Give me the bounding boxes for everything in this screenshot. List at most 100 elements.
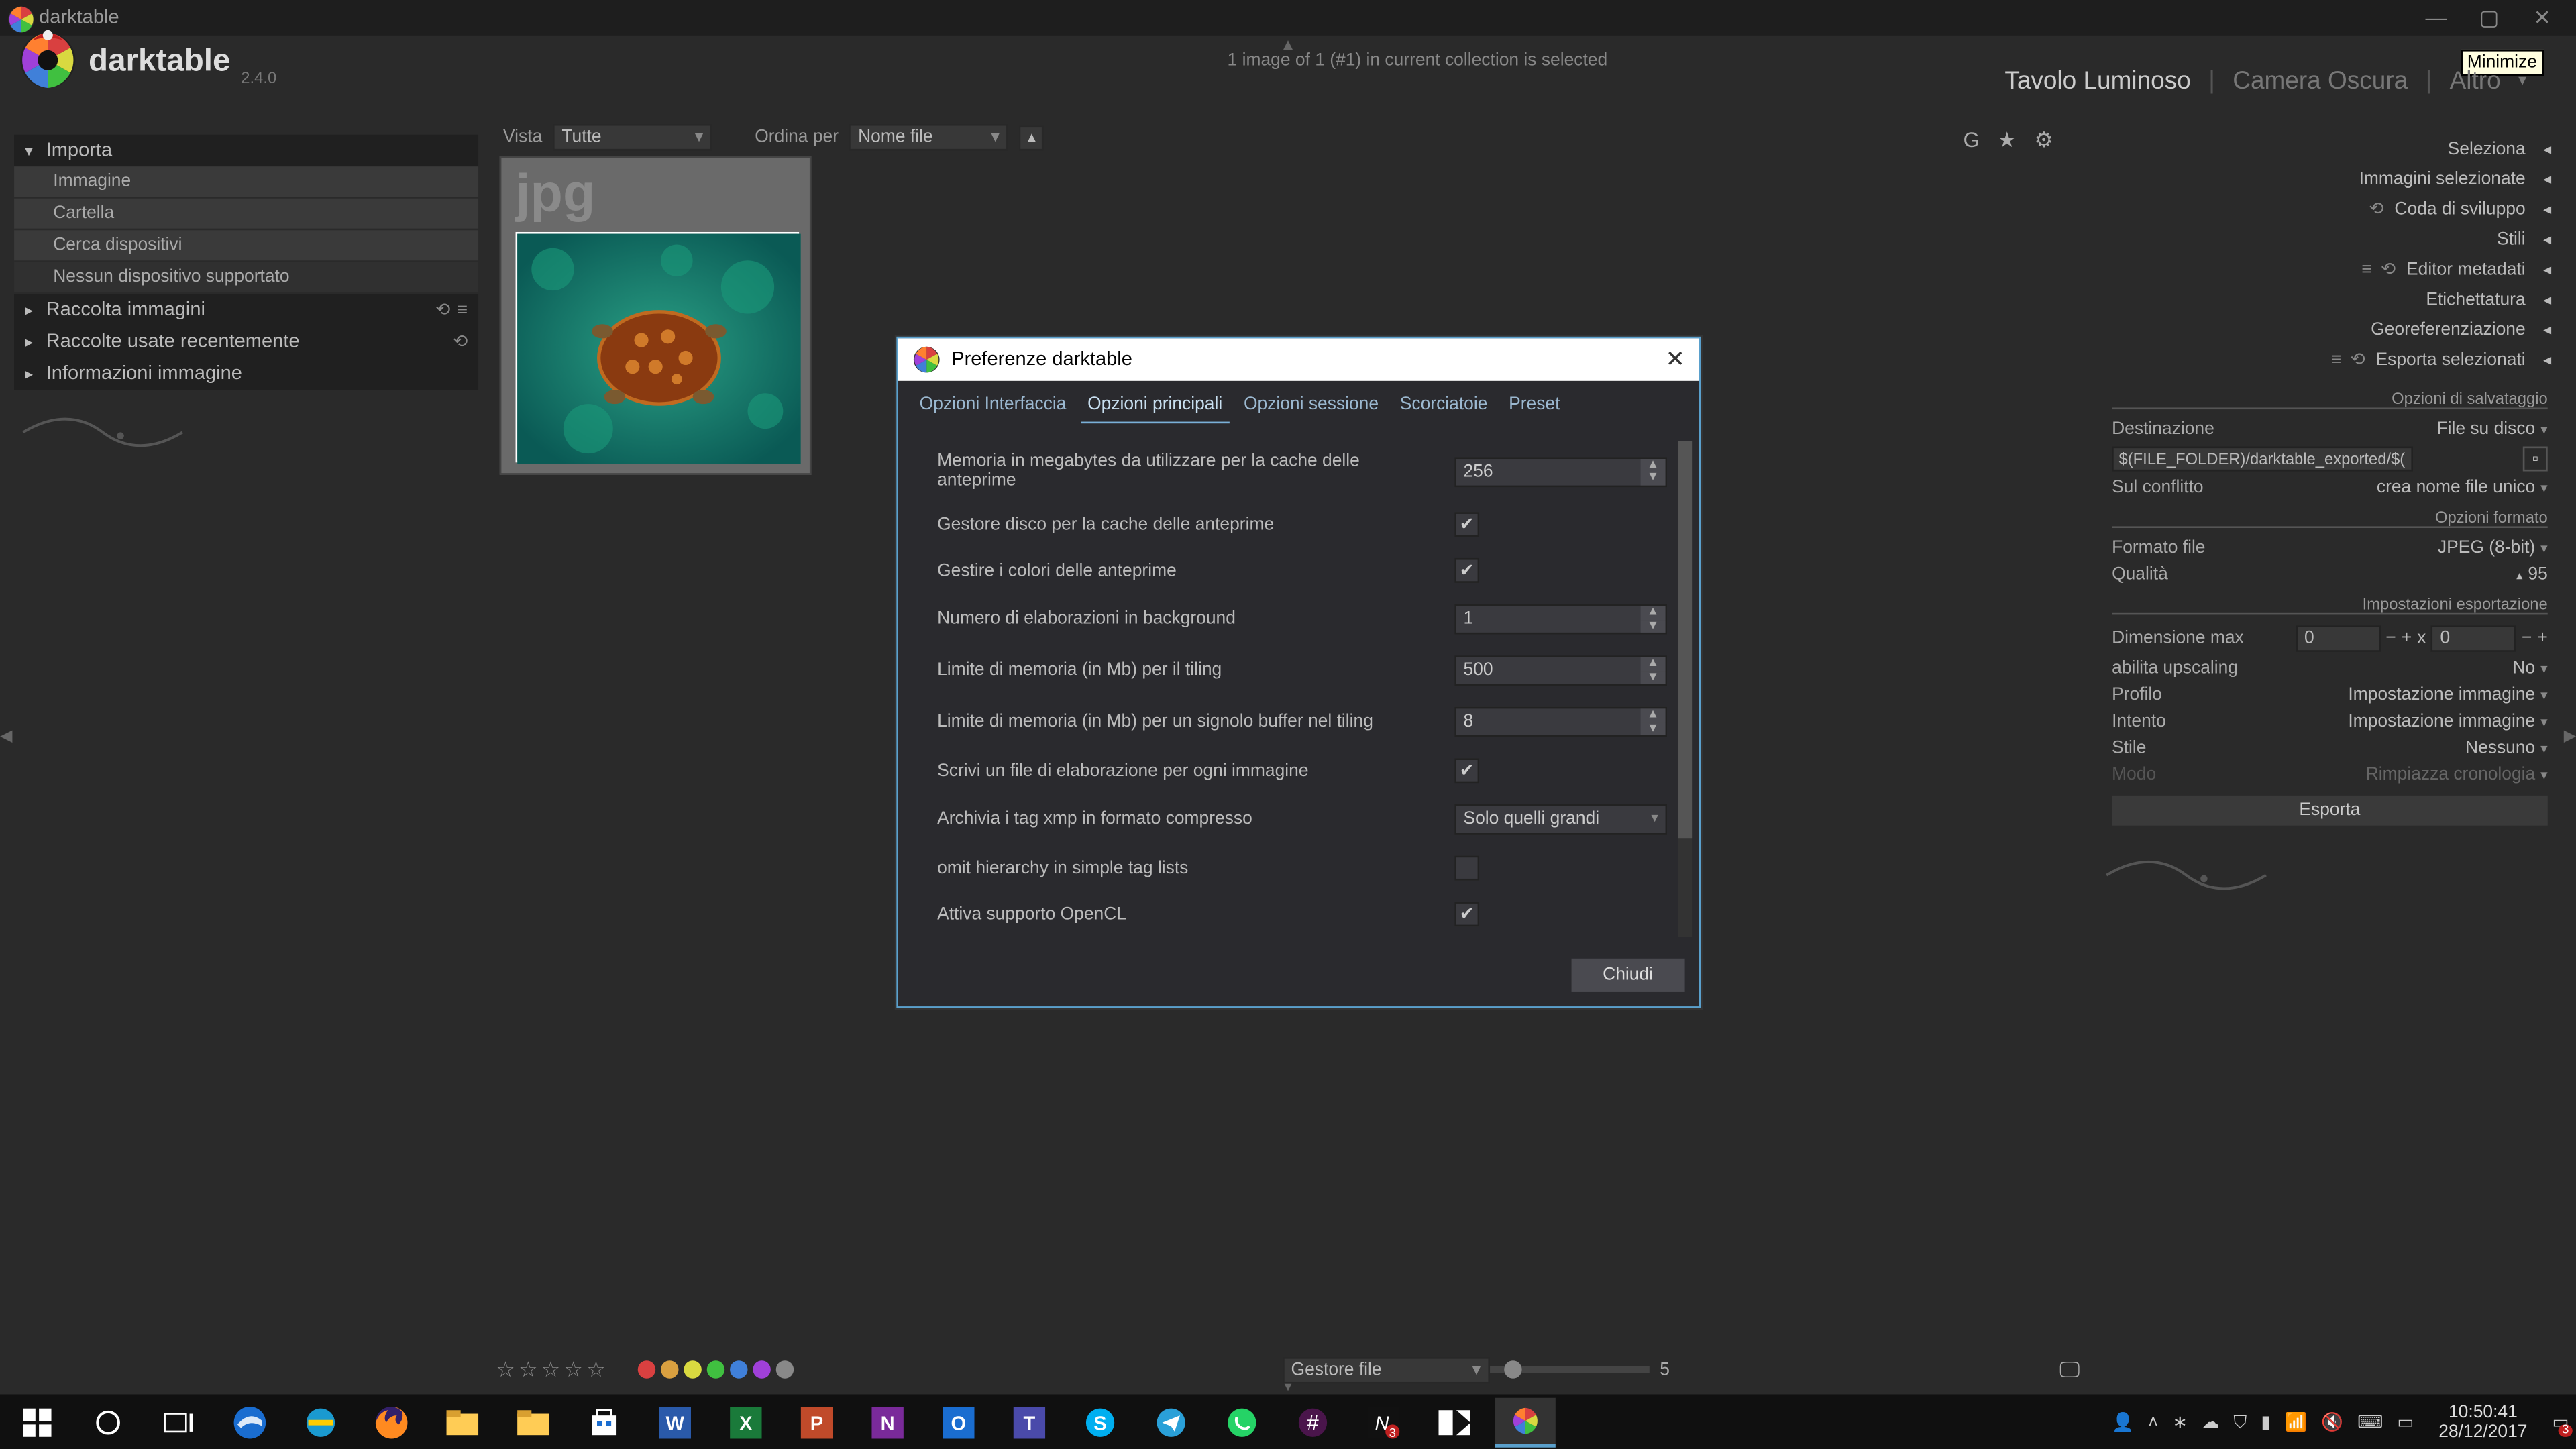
collect-header[interactable]: ▸Raccolta immagini⟲≡ [14,294,478,326]
export-format-select[interactable]: JPEG (8-bit)▾ [2438,539,2548,558]
dialog-tab-1[interactable]: Opzioni principali [1081,388,1230,423]
tb-app-n[interactable]: N3 [1354,1398,1414,1448]
export-maxdim-height[interactable]: 0 [2431,625,2516,652]
export-maxdim-width[interactable]: 0 [2296,625,2381,652]
star-2-icon[interactable]: ☆ [519,1357,537,1382]
pref-spin-input-4[interactable] [1456,657,1641,684]
select-header[interactable]: Seleziona◂ [2098,135,2562,165]
pref-spin-input-0[interactable] [1456,458,1641,485]
start-button[interactable] [7,1398,68,1448]
tb-word[interactable]: W [645,1398,705,1448]
pref-spin-down-3[interactable]: ▼ [1641,619,1666,633]
export-path-browse-button[interactable]: ▫ [2523,447,2548,472]
tb-excel[interactable]: X [716,1398,776,1448]
color-label-3[interactable] [706,1360,724,1378]
export-intent-select[interactable]: Impostazione immagine▾ [2348,712,2547,732]
pref-spin-up-5[interactable]: ▲ [1641,708,1666,722]
star-4-icon[interactable]: ☆ [564,1357,583,1382]
color-label-4[interactable] [730,1360,747,1378]
export-dest-select[interactable]: File su disco▾ [2436,420,2547,439]
rating-stars[interactable]: ☆☆☆☆☆ [496,1357,605,1382]
export-maxdim-h-plus[interactable]: + [2537,629,2547,649]
pref-spin-4[interactable]: ▲▼ [1454,655,1667,686]
metadata-header[interactable]: ≡⟲Editor metadati◂ [2098,255,2562,285]
export-style-select[interactable]: Nessuno▾ [2465,739,2548,758]
tray-clock[interactable]: 10:50:41 28/12/2017 [2428,1403,2538,1442]
dialog-close-button[interactable]: ✕ [1666,345,1685,374]
collect-reset-icon[interactable]: ⟲ [435,301,450,320]
geo-header[interactable]: Georeferenziazione◂ [2098,315,2562,345]
pref-check-8[interactable] [1454,856,1479,881]
tray-language-icon[interactable]: ⌨ [2357,1413,2383,1432]
export-presets-icon[interactable]: ≡ [2331,351,2341,370]
import-scan-devices-button[interactable]: Cerca dispositivi [14,230,478,262]
tray-volume-icon[interactable]: 🔇 [2321,1413,2343,1432]
export-header[interactable]: ≡⟲Esporta selezionati◂ [2098,345,2562,376]
export-conflict-select[interactable]: crea nome file unico▾ [2377,478,2548,498]
dialog-tab-2[interactable]: Opzioni sessione [1236,388,1385,423]
imageinfo-header[interactable]: ▸Informazioni immagine [14,358,478,390]
sort-direction-button[interactable]: ▴ [1019,125,1044,150]
collapse-left-icon[interactable]: ◀ [0,725,12,745]
color-label-5[interactable] [753,1360,770,1378]
star-1-icon[interactable]: ☆ [496,1357,515,1382]
pref-check-2[interactable]: ✔ [1454,558,1479,583]
pref-spin-input-3[interactable] [1456,606,1641,633]
export-maxdim-h-minus[interactable]: − [2522,629,2532,649]
dialog-tab-0[interactable]: Opzioni Interfaccia [912,388,1073,423]
tb-edge[interactable] [219,1398,280,1448]
window-maximize-button[interactable]: ▢ [2463,5,2516,30]
tray-people-icon[interactable]: 👤 [2112,1413,2134,1432]
display-profile-icon[interactable]: 🖵 [2059,1356,2080,1383]
color-label-6[interactable] [775,1360,793,1378]
tray-wifi-icon[interactable]: 📶 [2285,1413,2307,1432]
tb-app-bw[interactable] [1424,1398,1485,1448]
import-image-button[interactable]: Immagine [14,166,478,199]
tb-onenote[interactable]: N [857,1398,918,1448]
tagging-header[interactable]: Etichettatura◂ [2098,285,2562,315]
export-upscale-select[interactable]: No▾ [2512,659,2547,678]
pref-check-6[interactable]: ✔ [1454,758,1479,783]
dialog-close-footer-button[interactable]: Chiudi [1571,959,1685,992]
pref-spin-input-5[interactable] [1456,708,1641,735]
export-maxdim-w-minus[interactable]: − [2385,629,2396,649]
cortana-button[interactable] [78,1398,138,1448]
collapse-right-icon[interactable]: ▶ [2564,725,2576,745]
tray-keyboard-icon[interactable]: ▭ [2397,1413,2414,1432]
pref-spin-up-3[interactable]: ▲ [1641,606,1666,619]
export-reset-icon[interactable]: ⟲ [2350,351,2365,370]
pref-check-1[interactable]: ✔ [1454,512,1479,537]
star-5-icon[interactable]: ☆ [586,1357,605,1382]
tb-outlook[interactable]: O [928,1398,989,1448]
tb-whatsapp[interactable] [1212,1398,1272,1448]
tb-powerpoint[interactable]: P [787,1398,847,1448]
tray-security-icon[interactable]: ⛉ [2233,1413,2247,1432]
export-path-input[interactable] [2112,447,2413,472]
metadata-reset-icon[interactable]: ⟲ [2381,260,2396,280]
tb-teams[interactable]: T [1000,1398,1060,1448]
color-label-0[interactable] [637,1360,655,1378]
tray-notifications-icon[interactable]: ▭3 [2552,1413,2569,1432]
zoom-slider[interactable] [1490,1366,1650,1373]
dialog-tab-3[interactable]: Scorciatoie [1393,388,1495,423]
tab-lighttable[interactable]: Tavolo Luminoso [2004,66,2190,94]
tb-darktable[interactable] [1495,1398,1556,1448]
export-maxdim-w-plus[interactable]: + [2402,629,2412,649]
taskview-button[interactable] [149,1398,209,1448]
star-3-icon[interactable]: ☆ [541,1357,560,1382]
import-folder-button[interactable]: Cartella [14,199,478,231]
collect-presets-icon[interactable]: ≡ [458,301,468,320]
tray-chevron-up-icon[interactable]: ˄ [2148,1413,2158,1432]
dialog-tab-4[interactable]: Preset [1502,388,1567,423]
tb-telegram[interactable] [1141,1398,1201,1448]
pref-spin-down-0[interactable]: ▼ [1641,472,1666,485]
tab-darkroom[interactable]: Camera Oscura [2233,66,2408,94]
export-quality-value[interactable]: ▴95 [2516,565,2548,584]
export-button[interactable]: Esporta [2112,796,2548,826]
pref-check-9[interactable]: ✔ [1454,902,1479,926]
layout-select[interactable]: Gestore file [1282,1356,1489,1383]
pref-spin-3[interactable]: ▲▼ [1454,604,1667,635]
pref-spin-up-0[interactable]: ▲ [1641,458,1666,472]
pref-spin-up-4[interactable]: ▲ [1641,657,1666,671]
tab-other-chevron-icon[interactable]: ▾ [2518,70,2526,89]
